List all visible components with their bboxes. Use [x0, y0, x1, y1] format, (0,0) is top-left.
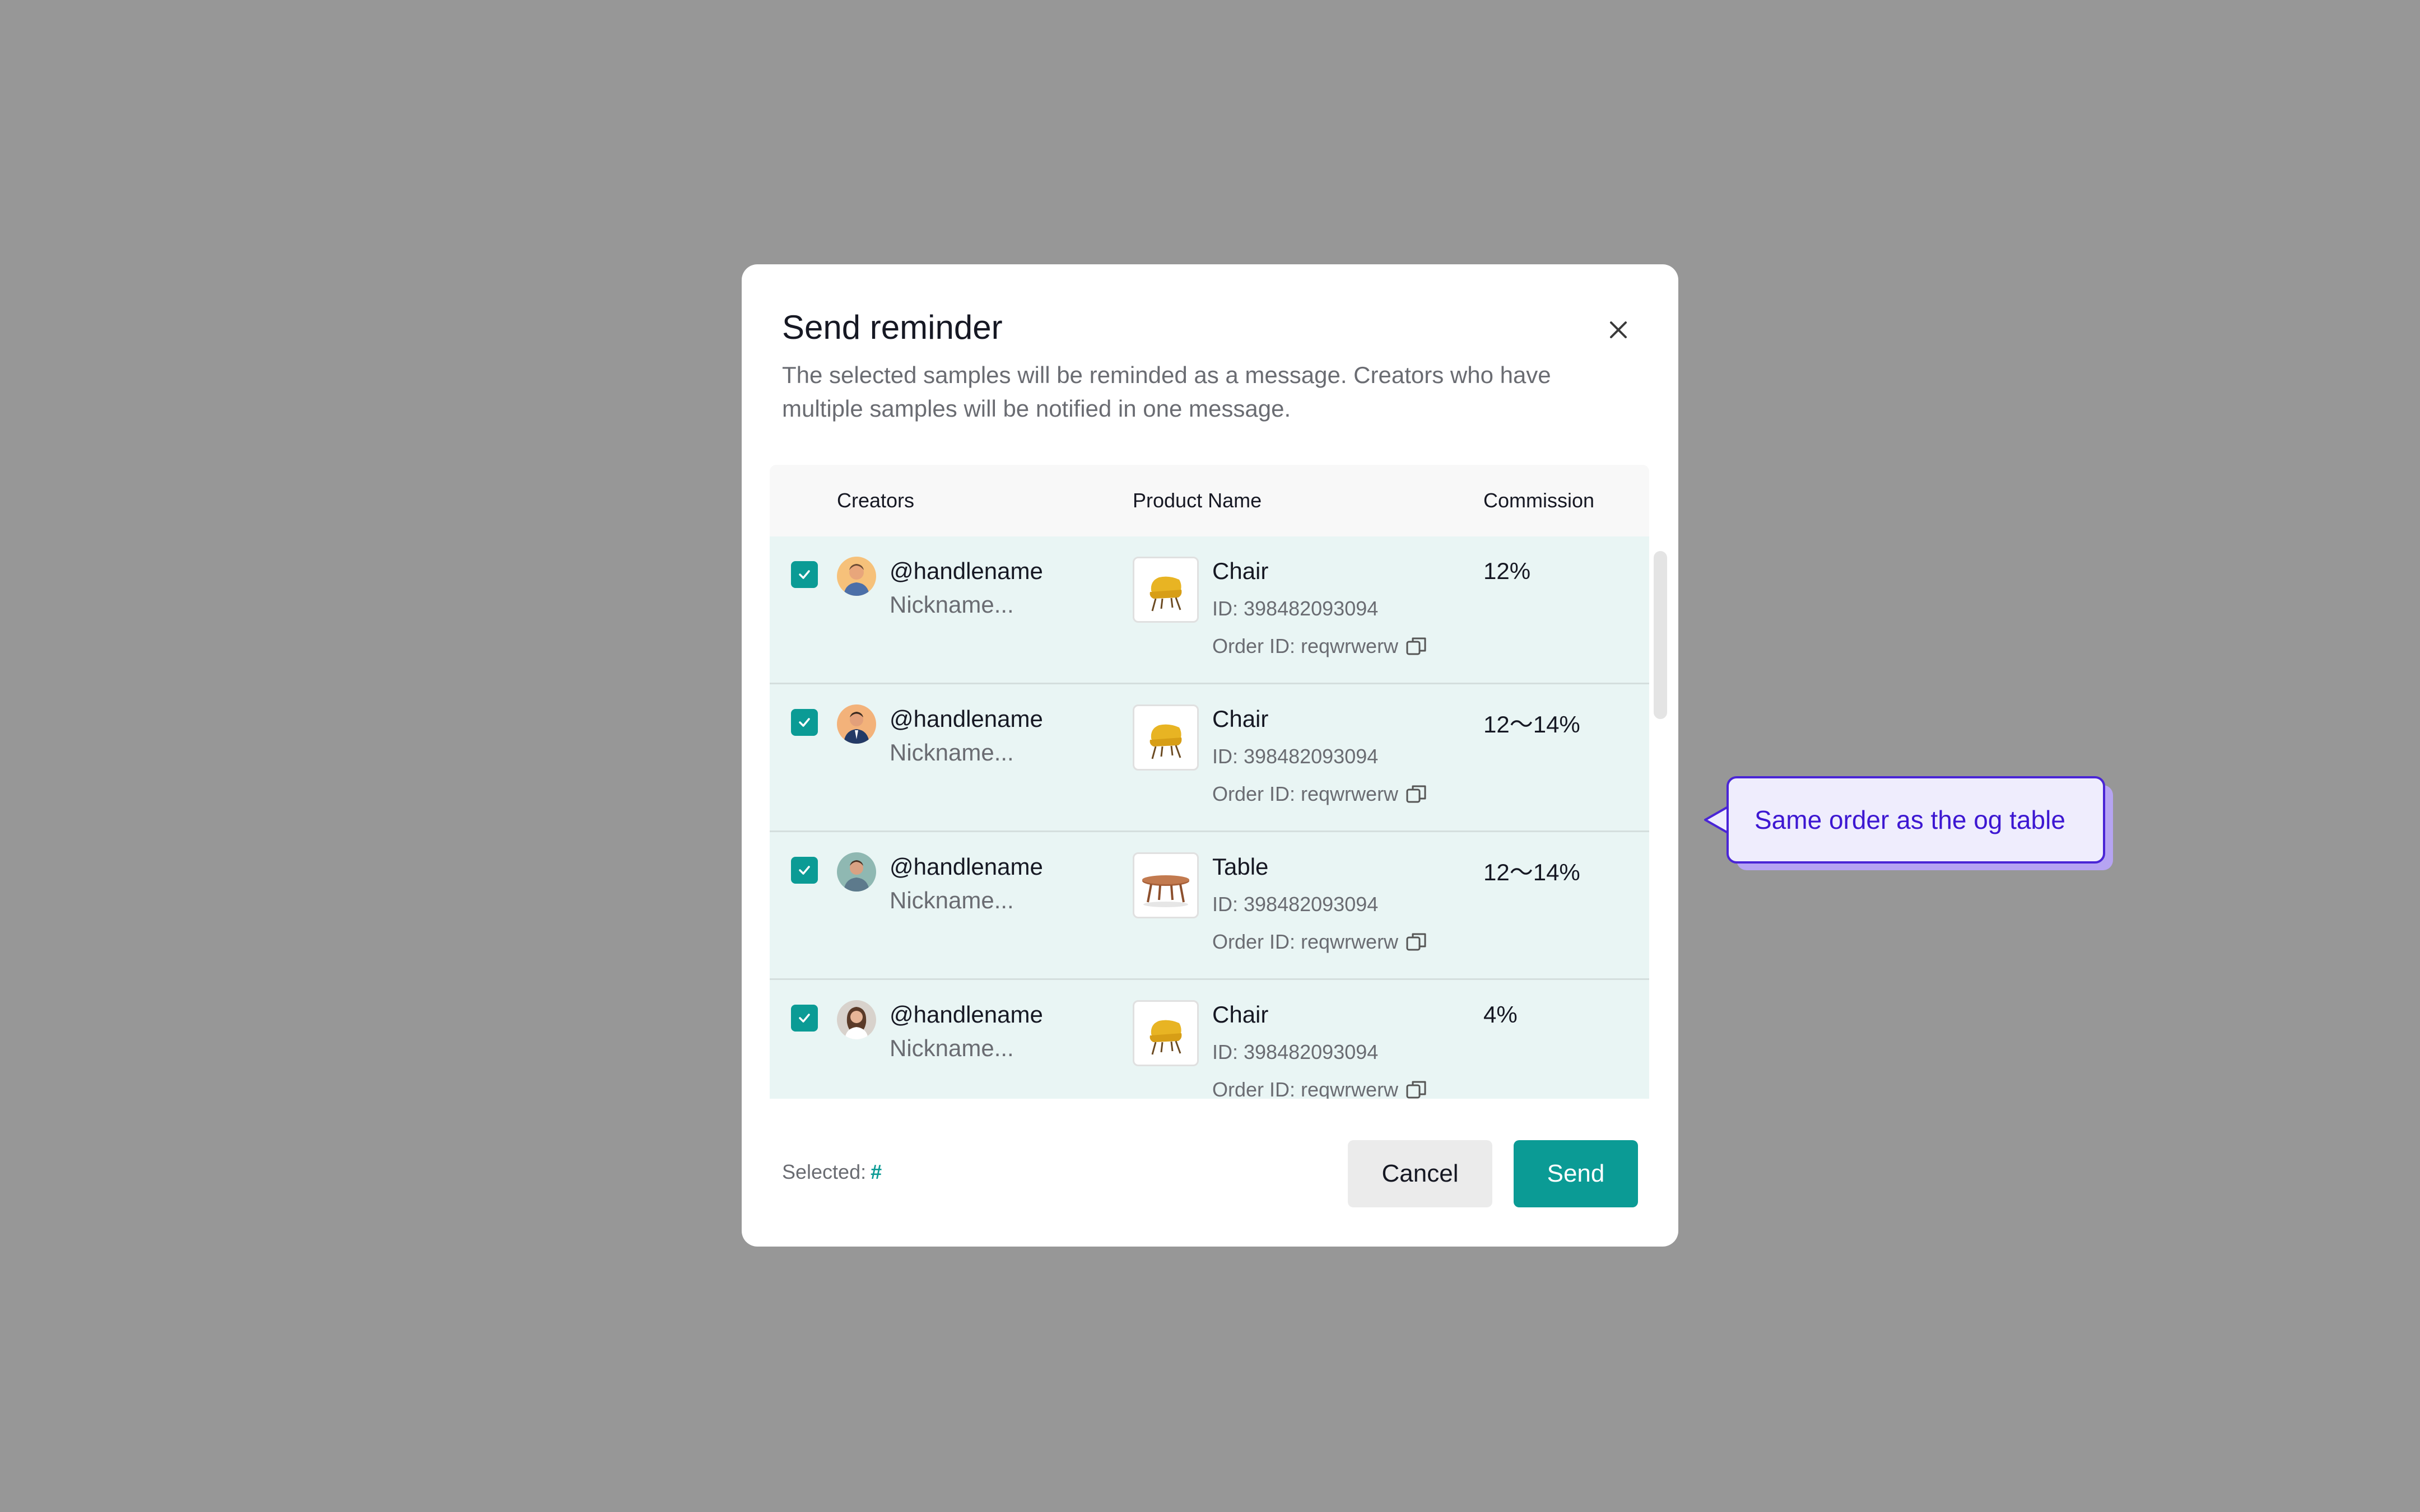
- commission-value: 4%: [1483, 1001, 1518, 1028]
- order-id: Order ID: reqwrwerw: [1212, 1077, 1428, 1099]
- product-id: ID: 398482093094: [1212, 597, 1379, 620]
- order-id-text: Order ID: reqwrwerw: [1212, 930, 1399, 953]
- creator-nickname: Nickname...: [890, 591, 1014, 618]
- samples-table: Creators Product Name Commission @handle…: [770, 465, 1650, 1099]
- selected-count: Selected: #: [782, 1160, 882, 1184]
- product-name: Chair: [1212, 1001, 1269, 1028]
- order-id: Order ID: reqwrwerw: [1212, 782, 1428, 806]
- commission-value: 12～14%: [1483, 859, 1580, 885]
- copy-icon[interactable]: [1404, 634, 1428, 659]
- creator-handle[interactable]: @handlename: [890, 706, 1043, 732]
- dialog-title: Send reminder: [782, 309, 1003, 346]
- product-thumbnail: [1133, 704, 1199, 771]
- avatar: [837, 557, 876, 596]
- order-id-text: Order ID: reqwrwerw: [1212, 782, 1399, 805]
- avatar: [837, 852, 876, 892]
- creator-handle[interactable]: @handlename: [890, 853, 1043, 880]
- avatar: [837, 1000, 876, 1039]
- creator-handle[interactable]: @handlename: [890, 1001, 1043, 1028]
- table-row[interactable]: @handlename Nickname... Chair ID: 398482…: [770, 536, 1649, 684]
- product-name: Chair: [1212, 706, 1269, 732]
- creator-nickname: Nickname...: [890, 887, 1014, 913]
- row-checkbox[interactable]: [791, 709, 818, 736]
- dialog-description: The selected samples will be reminded as…: [782, 362, 1551, 422]
- order-id: Order ID: reqwrwerw: [1212, 634, 1428, 659]
- table-row[interactable]: @handlename Nickname... Table ID: 398482…: [770, 832, 1649, 980]
- product-thumbnail: [1133, 557, 1199, 623]
- product-id: ID: 398482093094: [1212, 1040, 1379, 1063]
- table-header: Creators Product Name Commission: [770, 465, 1649, 536]
- order-id-text: Order ID: reqwrwerw: [1212, 634, 1399, 657]
- check-icon: [799, 866, 810, 875]
- product-id: ID: 398482093094: [1212, 745, 1379, 768]
- table-scrollbar[interactable]: [1654, 551, 1667, 719]
- header-commission: Commission: [1483, 489, 1595, 512]
- close-button[interactable]: [1599, 310, 1638, 349]
- copy-icon[interactable]: [1404, 1077, 1428, 1099]
- table-row[interactable]: @handlename Nickname... Chair ID: 398482…: [770, 980, 1649, 1099]
- product-name: Chair: [1212, 558, 1269, 584]
- row-checkbox[interactable]: [791, 1005, 818, 1032]
- close-icon: [1610, 321, 1627, 338]
- product-thumbnail: [1133, 852, 1199, 918]
- row-checkbox[interactable]: [791, 857, 818, 884]
- check-icon: [799, 570, 810, 579]
- selected-value: #: [871, 1160, 882, 1183]
- table-row[interactable]: @handlename Nickname... Chair ID: 398482…: [770, 684, 1649, 832]
- order-id-text: Order ID: reqwrwerw: [1212, 1078, 1399, 1099]
- copy-icon[interactable]: [1404, 782, 1428, 806]
- check-icon: [799, 1014, 810, 1023]
- creator-nickname: Nickname...: [890, 739, 1014, 766]
- row-checkbox[interactable]: [791, 561, 818, 588]
- product-id: ID: 398482093094: [1212, 893, 1379, 916]
- selected-label: Selected:: [782, 1160, 867, 1183]
- cancel-button[interactable]: Cancel: [1348, 1140, 1492, 1207]
- commission-value: 12～14%: [1483, 711, 1580, 738]
- creator-handle[interactable]: @handlename: [890, 558, 1043, 585]
- check-icon: [799, 718, 810, 727]
- header-creators: Creators: [837, 489, 915, 512]
- product-thumbnail: [1133, 1000, 1199, 1066]
- product-name: Table: [1212, 853, 1269, 880]
- order-id: Order ID: reqwrwerw: [1212, 930, 1428, 954]
- header-product-name: Product Name: [1133, 489, 1262, 512]
- copy-icon[interactable]: [1404, 930, 1428, 954]
- send-reminder-dialog: Send reminder The selected samples will …: [742, 264, 1678, 1247]
- creator-nickname: Nickname...: [890, 1035, 1014, 1061]
- annotation-callout: Same order as the og table: [1726, 776, 2105, 864]
- send-button[interactable]: Send: [1514, 1140, 1638, 1207]
- commission-value: 12%: [1483, 558, 1531, 584]
- avatar: [837, 704, 876, 744]
